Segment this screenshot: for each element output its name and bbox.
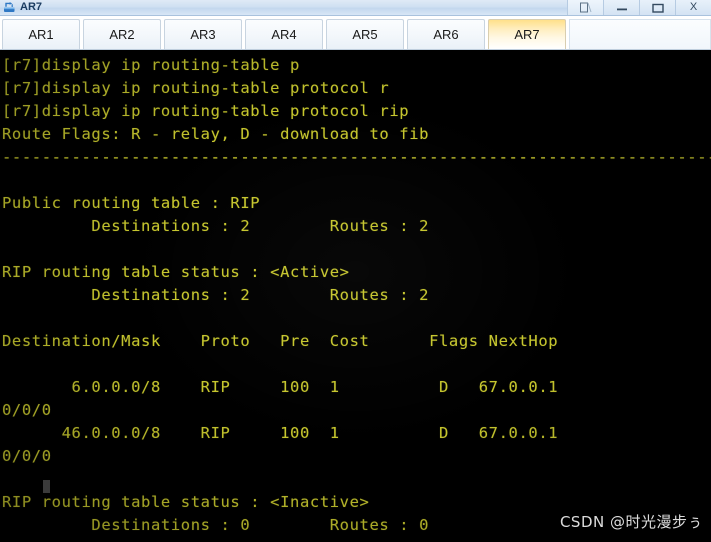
console-line: [r7]display ip routing-table protocol r <box>2 79 390 97</box>
close-icon: X <box>689 1 698 13</box>
tab-ar1[interactable]: AR1 <box>2 19 80 49</box>
tab-ar7[interactable]: AR7 <box>488 19 566 49</box>
tab-label: AR6 <box>433 27 459 42</box>
window-controls: X <box>567 0 711 15</box>
window-title: AR7 <box>20 1 43 13</box>
tab-ar4[interactable]: AR4 <box>245 19 323 49</box>
console-line: Public routing table : RIP <box>2 194 261 212</box>
tab-label: AR3 <box>190 27 216 42</box>
minimize-button[interactable] <box>603 0 639 15</box>
tab-label: AR5 <box>352 27 378 42</box>
tab-ar5[interactable]: AR5 <box>326 19 404 49</box>
tab-label: AR2 <box>109 27 135 42</box>
watermark-text: CSDN @时光漫步ぅ <box>559 513 703 531</box>
tab-label: AR4 <box>271 27 297 42</box>
tab-ar2[interactable]: AR2 <box>83 19 161 49</box>
emulator-window: AR7 X AR1 AR2 AR3 AR4 AR5 AR6 AR7 [r7]di… <box>0 0 711 542</box>
console-line: ----------------------------------------… <box>2 148 711 166</box>
console-line: Destination/Mask Proto Pre Cost Flags Ne… <box>2 332 559 350</box>
close-button[interactable]: X <box>675 0 711 15</box>
console-line: Destinations : 2 Routes : 2 <box>2 217 430 235</box>
console-line: Destinations : 2 Routes : 2 <box>2 286 430 304</box>
text-cursor <box>43 480 50 493</box>
tab-strip-filler <box>569 19 711 49</box>
console-line: RIP routing table status : <Active> <box>2 263 350 281</box>
console-line: [r7]display ip routing-table p <box>2 56 300 74</box>
console-line: 6.0.0.0/8 RIP 100 1 D 67.0.0.1 <box>2 378 559 396</box>
restore-down-button[interactable] <box>567 0 603 15</box>
console-line: 0/0/0 <box>2 447 52 465</box>
router-icon <box>3 1 16 14</box>
console-line: 46.0.0.0/8 RIP 100 1 D 67.0.0.1 <box>2 424 559 442</box>
tab-label: AR7 <box>514 27 540 42</box>
console-line: 0/0/0 <box>2 401 52 419</box>
console-line: Route Flags: R - relay, D - download to … <box>2 125 430 143</box>
title-bar: AR7 X <box>0 0 711 16</box>
cli-console[interactable]: [r7]display ip routing-table p [r7]displa… <box>0 50 711 542</box>
tab-ar3[interactable]: AR3 <box>164 19 242 49</box>
maximize-button[interactable] <box>639 0 675 15</box>
title-bar-left: AR7 <box>0 1 42 14</box>
tab-label: AR1 <box>28 27 54 42</box>
tab-ar6[interactable]: AR6 <box>407 19 485 49</box>
device-tab-strip: AR1 AR2 AR3 AR4 AR5 AR6 AR7 <box>0 16 711 50</box>
console-line: [r7]display ip routing-table protocol ri… <box>2 102 410 120</box>
